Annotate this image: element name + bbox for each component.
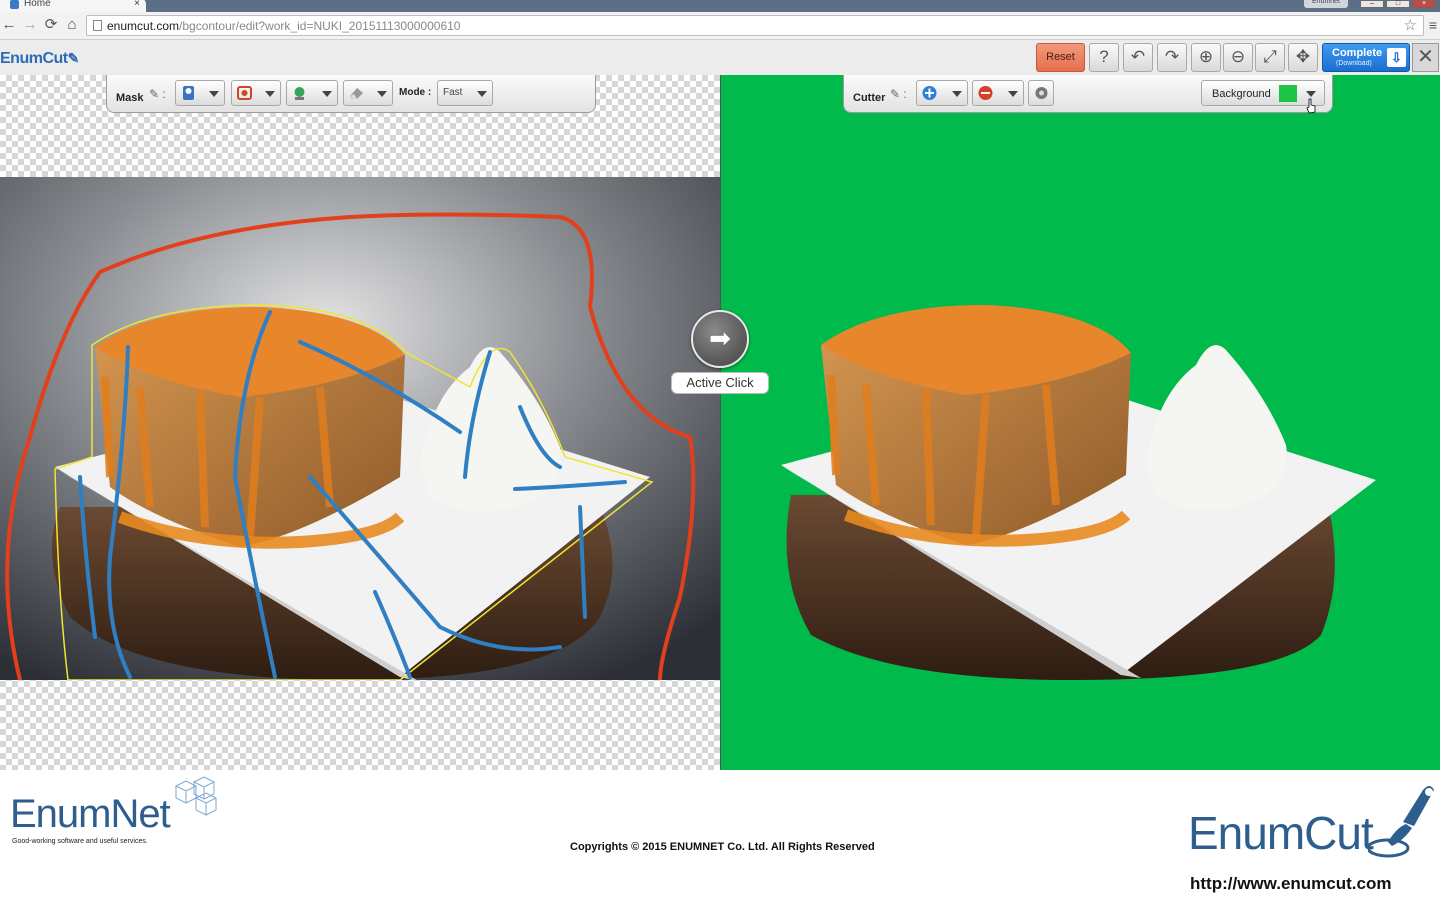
help-icon[interactable]: ? [1089,43,1119,72]
foreground-brush-icon [183,86,194,100]
tab-close-icon[interactable]: × [134,0,140,10]
complete-download-button[interactable]: Complete (Download) ⇩ [1322,43,1410,72]
forward-icon[interactable]: → [21,16,39,34]
website-url-link[interactable]: http://www.enumcut.com [1190,874,1391,894]
page-icon [93,20,102,31]
foreground-brush-dropdown[interactable] [175,80,225,106]
background-color-swatch [1279,85,1297,102]
copyright-text: Copyrights © 2015 ENUMNET Co. Ltd. All R… [570,841,875,853]
chevron-down-icon [1008,91,1018,97]
chevron-down-icon [952,91,962,97]
source-photo[interactable] [0,177,720,680]
enumnet-logo[interactable]: EnumNet [10,792,171,837]
tab-title: Home [24,0,51,9]
contour-brush-icon [294,87,305,100]
background-label: Background [1212,88,1271,100]
add-icon [922,86,937,100]
mode-label: Mode : [399,87,432,98]
address-bar[interactable]: enumcut.com/bgcontour/edit?work_id=NUKI_… [86,15,1424,36]
url-text: enumcut.com/bgcontour/edit?work_id=NUKI_… [107,19,461,33]
result-photo [781,305,1376,680]
active-click-button[interactable]: ➡ [691,310,749,368]
minimize-window-icon[interactable]: – [1360,0,1384,8]
chevron-down-icon [1306,91,1316,97]
chevron-down-icon [265,91,275,97]
brush-icon [1368,786,1434,858]
footer-tagline: Good-working software and useful service… [12,838,148,845]
result-panel[interactable]: Cutter ✎ : Background [721,75,1440,770]
back-icon[interactable]: ← [0,16,18,34]
home-icon[interactable]: ⌂ [63,16,81,34]
subtract-icon [978,86,993,100]
mask-label: Mask [116,92,144,104]
page-favicon-icon [10,0,19,9]
maximize-window-icon[interactable]: □ [1386,0,1410,8]
logo-brush-icon: ✎ [67,50,80,66]
chevron-down-icon [209,91,219,97]
mask-panel[interactable]: Mask ✎ : Mode : Fast [0,75,720,770]
contour-brush-dropdown[interactable] [286,80,338,106]
eraser-dropdown[interactable] [343,80,393,106]
chevron-down-icon [377,91,387,97]
close-window-icon[interactable]: × [1412,0,1436,8]
chevron-down-icon [322,91,332,97]
cutter-toolbar: Cutter ✎ : Background [843,75,1333,113]
cutter-settings-button[interactable] [1028,80,1054,106]
mode-select[interactable]: Fast [437,80,493,106]
settings-icon [1035,87,1048,99]
subtract-region-dropdown[interactable] [972,80,1024,106]
cutter-pen-icon: ✎ : [890,87,907,101]
active-click-label[interactable]: Active Click [671,372,769,394]
browser-toolbar: ← → ⟳ ⌂ enumcut.com/bgcontour/edit?work_… [0,12,1440,40]
undo-icon[interactable]: ↶ [1123,43,1153,72]
background-brush-icon [237,86,252,100]
complete-sub-label: (Download) [1336,60,1372,67]
move-icon[interactable]: ✥ [1288,43,1318,72]
reset-button[interactable]: Reset [1036,43,1085,72]
eraser-icon [350,88,363,99]
chevron-down-icon [477,91,487,97]
browser-menu-icon[interactable]: ≡ [1429,17,1437,33]
hand-cursor-icon [1306,98,1316,114]
enumcut-logo[interactable]: EnumCut [1188,806,1374,860]
redo-icon[interactable]: ↷ [1157,43,1187,72]
app-logo[interactable]: EnumCut✎ [0,50,79,68]
fit-screen-icon[interactable]: ⤢ [1255,43,1285,72]
mode-value: Fast [443,87,463,98]
close-editor-icon[interactable]: ✕ [1412,43,1439,72]
bookmark-star-icon[interactable]: ☆ [1404,16,1417,34]
cubes-icon [174,776,218,816]
cutter-label: Cutter [853,92,886,104]
download-icon: ⇩ [1387,48,1406,67]
reload-icon[interactable]: ⟳ [42,16,60,34]
browser-tab-home[interactable]: Home × [0,0,146,12]
zoom-in-icon[interactable]: ⊕ [1191,43,1221,72]
add-region-dropdown[interactable] [916,80,968,106]
profile-badge[interactable]: Enumnet [1304,0,1348,8]
complete-label: Complete [1332,47,1383,59]
mask-toolbar: Mask ✎ : Mode : Fast [106,75,596,113]
zoom-out-icon[interactable]: ⊖ [1223,43,1253,72]
browser-tab-strip: Home × Enumnet – □ × [0,0,1440,12]
mask-pen-icon: ✎ : [149,87,166,101]
background-brush-dropdown[interactable] [231,80,281,106]
